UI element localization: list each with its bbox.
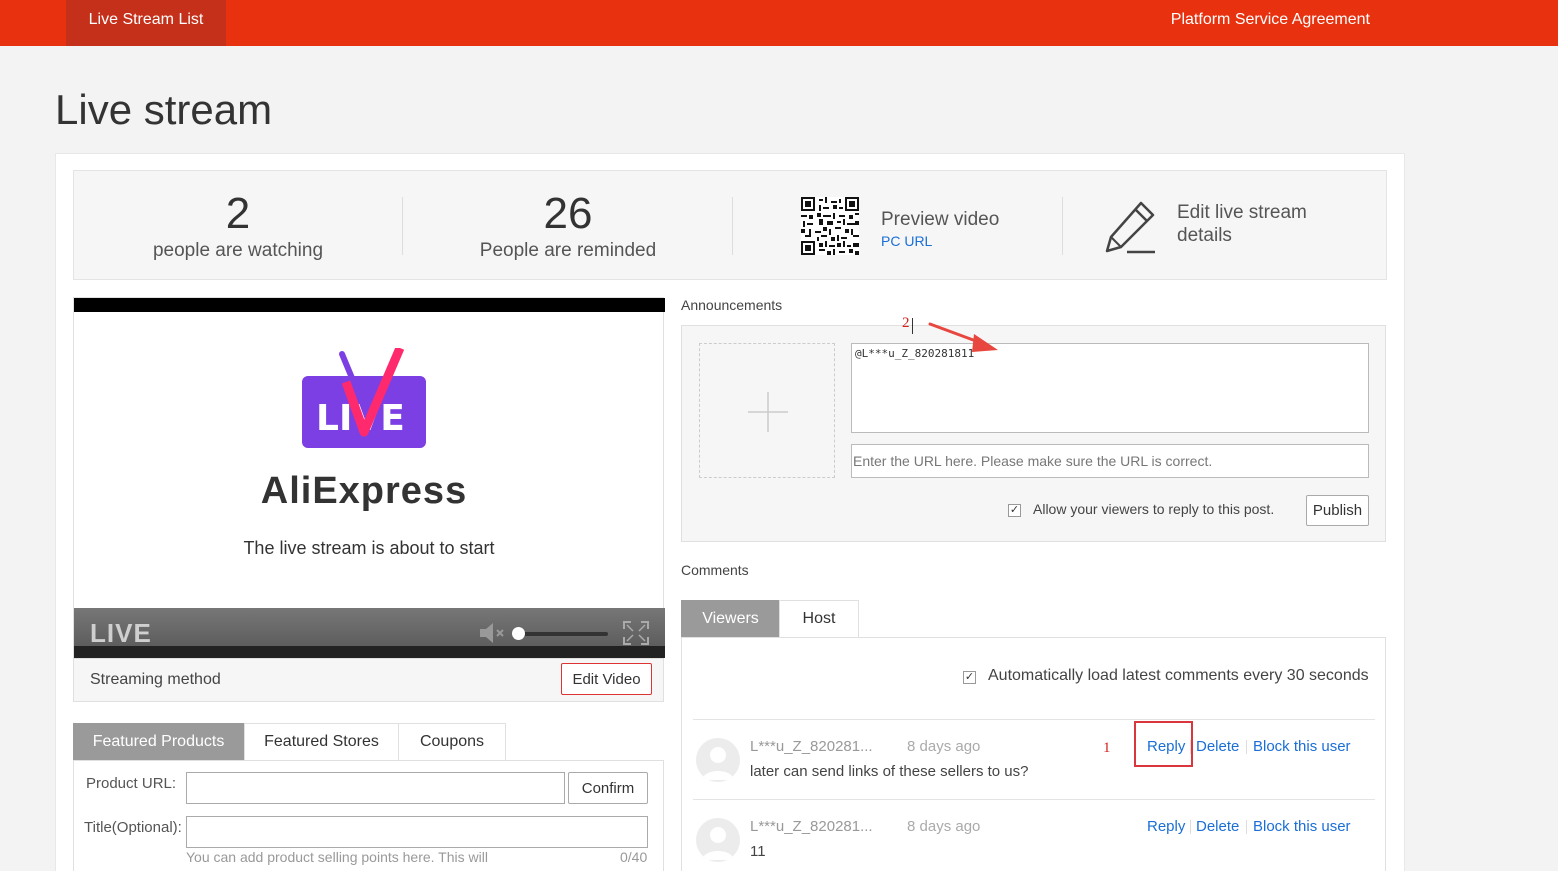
plus-icon bbox=[748, 392, 788, 432]
title-optional-label: Title(Optional): bbox=[84, 819, 182, 836]
red-arrow-annotation bbox=[928, 322, 998, 352]
preview-video-title: Preview video bbox=[881, 209, 1000, 230]
platform-service-agreement-link[interactable]: Platform Service Agreement bbox=[1171, 0, 1370, 40]
confirm-button[interactable]: Confirm bbox=[568, 772, 648, 804]
comment-row: L***u_Z_820281... 8 days ago 11 Reply De… bbox=[693, 799, 1375, 871]
announcements-panel: @L***u_Z_820281811 Enter the URL here. P… bbox=[681, 325, 1386, 542]
user-silhouette-icon bbox=[702, 747, 734, 780]
delete-link[interactable]: Delete bbox=[1196, 738, 1239, 755]
reply-link[interactable]: Reply bbox=[1147, 818, 1185, 835]
pencil-icon bbox=[1105, 201, 1155, 254]
publish-button[interactable]: Publish bbox=[1306, 495, 1369, 526]
auto-load-checkbox[interactable]: ✓ bbox=[963, 671, 976, 684]
tab-featured-products[interactable]: Featured Products bbox=[73, 723, 244, 761]
reminded-label: People are reminded bbox=[479, 240, 657, 261]
comment-text: later can send links of these sellers to… bbox=[750, 763, 1029, 780]
divider bbox=[1246, 820, 1247, 834]
watching-count: 2 bbox=[225, 189, 251, 238]
edit-video-button[interactable]: Edit Video bbox=[561, 663, 652, 695]
image-upload-box[interactable] bbox=[699, 343, 835, 478]
annotation-number-1: 1 bbox=[1103, 740, 1111, 756]
announcements-label: Announcements bbox=[681, 297, 783, 313]
live-logo-icon: LIVE bbox=[302, 348, 426, 448]
progress-bar bbox=[74, 646, 665, 658]
streaming-method-label: Streaming method bbox=[90, 671, 221, 688]
stat-watching: 2 people are watching bbox=[74, 171, 402, 279]
top-navigation-bar: Live Stream List Platform Service Agreem… bbox=[0, 0, 1558, 46]
comment-time: 8 days ago bbox=[907, 818, 981, 835]
tab-featured-stores[interactable]: Featured Stores bbox=[244, 723, 399, 761]
comment-time: 8 days ago bbox=[907, 738, 981, 755]
live-tag: LIVE bbox=[90, 618, 152, 648]
mute-icon[interactable] bbox=[478, 620, 506, 646]
product-url-input[interactable] bbox=[186, 772, 565, 804]
text-caret bbox=[912, 318, 913, 334]
nav-tab-live-stream-list[interactable]: Live Stream List bbox=[66, 0, 226, 46]
avatar bbox=[696, 818, 740, 862]
pc-url-link[interactable]: PC URL bbox=[881, 233, 932, 249]
delete-link[interactable]: Delete bbox=[1196, 818, 1239, 835]
annotation-number-2: 2 bbox=[902, 315, 910, 331]
streaming-method-row: Streaming method Edit Video bbox=[73, 659, 664, 702]
block-user-link[interactable]: Block this user bbox=[1253, 738, 1351, 755]
player-controls: LIVE bbox=[74, 608, 665, 658]
product-url-label: Product URL: bbox=[86, 775, 177, 792]
allow-reply-checkbox[interactable]: ✓ bbox=[1008, 504, 1021, 517]
red-highlight-box bbox=[1134, 721, 1193, 767]
avatar bbox=[696, 738, 740, 782]
divider bbox=[1062, 197, 1063, 255]
tab-coupons[interactable]: Coupons bbox=[398, 723, 506, 761]
preview-video: Preview video PC URL bbox=[801, 197, 1041, 257]
tab-host[interactable]: Host bbox=[779, 600, 859, 638]
player-top-bar bbox=[74, 298, 665, 312]
block-user-link[interactable]: Block this user bbox=[1253, 818, 1351, 835]
volume-slider-handle[interactable] bbox=[512, 627, 525, 640]
comment-author: L***u_Z_820281... bbox=[750, 818, 873, 835]
stat-reminded: 26 People are reminded bbox=[404, 171, 732, 279]
auto-load-label: Automatically load latest comments every… bbox=[988, 667, 1369, 684]
featured-products-panel: Product URL: Confirm Title(Optional): Yo… bbox=[73, 760, 664, 871]
video-player[interactable]: LIVE AliExpress The live stream is about… bbox=[73, 297, 665, 659]
title-hint: You can add product selling points here.… bbox=[186, 849, 488, 865]
brand-name: AliExpress bbox=[260, 470, 468, 512]
divider bbox=[402, 197, 403, 255]
comment-row: L***u_Z_820281... 8 days ago later can s… bbox=[693, 719, 1375, 799]
announcement-url-input[interactable]: Enter the URL here. Please make sure the… bbox=[851, 444, 1369, 478]
comments-label: Comments bbox=[681, 562, 749, 578]
stats-bar: 2 people are watching 26 People are remi… bbox=[73, 170, 1387, 280]
divider bbox=[732, 197, 733, 255]
title-char-count: 0/40 bbox=[620, 849, 648, 865]
watching-label: people are watching bbox=[152, 240, 324, 261]
page-title: Live stream bbox=[55, 86, 273, 133]
reminded-count: 26 bbox=[543, 189, 593, 238]
fullscreen-icon[interactable] bbox=[622, 620, 650, 646]
qr-code-icon[interactable] bbox=[801, 197, 859, 255]
volume-track[interactable] bbox=[518, 632, 608, 636]
user-silhouette-icon bbox=[702, 827, 734, 860]
divider bbox=[1246, 740, 1247, 754]
title-input[interactable] bbox=[186, 816, 648, 848]
comment-text: 11 bbox=[750, 843, 766, 860]
stream-status: The live stream is about to start bbox=[243, 538, 495, 558]
edit-live-stream-details-label: Edit live stream details bbox=[1177, 202, 1307, 246]
allow-reply-label: Allow your viewers to reply to this post… bbox=[1033, 501, 1275, 517]
comment-author: L***u_Z_820281... bbox=[750, 738, 873, 755]
edit-live-stream-details[interactable]: Edit live stream details bbox=[1101, 197, 1361, 257]
divider bbox=[1190, 820, 1191, 834]
tab-viewers[interactable]: Viewers bbox=[681, 600, 780, 638]
comments-panel: ✓ Automatically load latest comments eve… bbox=[681, 637, 1386, 871]
